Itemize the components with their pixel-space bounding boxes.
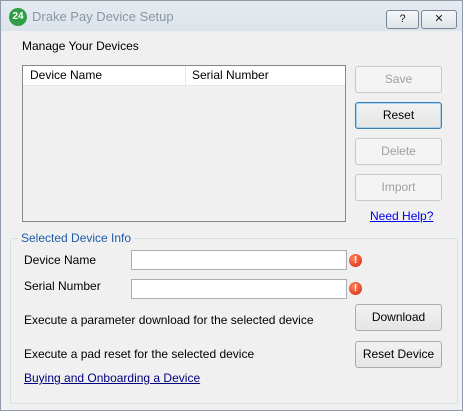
device-name-label: Device Name	[24, 253, 97, 267]
download-description: Execute a parameter download for the sel…	[24, 313, 314, 327]
close-button[interactable]: ✕	[421, 10, 457, 29]
download-button[interactable]: Download	[355, 304, 442, 331]
devices-list[interactable]: Device Name Serial Number	[22, 65, 346, 222]
selected-device-info-title: Selected Device Info	[18, 231, 135, 245]
title-bar[interactable]: 24 Drake Pay Device Setup ? ✕	[1, 1, 462, 31]
app-logo-icon: 24	[9, 8, 27, 26]
device-setup-window: 24 Drake Pay Device Setup ? ✕ Manage You…	[0, 0, 463, 411]
device-name-field[interactable]	[131, 250, 347, 270]
column-header-device-name[interactable]: Device Name	[23, 66, 186, 85]
column-header-serial-number[interactable]: Serial Number	[186, 66, 345, 85]
reset-button[interactable]: Reset	[355, 102, 442, 129]
list-header: Device Name Serial Number	[23, 66, 345, 86]
serial-number-field[interactable]	[131, 279, 347, 299]
buying-onboarding-link[interactable]: Buying and Onboarding a Device	[24, 371, 200, 385]
close-icon: ✕	[434, 13, 444, 25]
delete-button[interactable]: Delete	[355, 138, 442, 165]
serial-number-label: Serial Number	[24, 279, 101, 293]
serial-number-error-icon: !	[349, 282, 362, 295]
help-button[interactable]: ?	[386, 10, 419, 29]
manage-devices-label: Manage Your Devices	[22, 39, 139, 53]
need-help-link[interactable]: Need Help?	[370, 209, 433, 223]
save-button[interactable]: Save	[355, 66, 442, 93]
import-button[interactable]: Import	[355, 174, 442, 201]
reset-device-button[interactable]: Reset Device	[355, 341, 442, 368]
window-title: Drake Pay Device Setup	[32, 9, 174, 24]
reset-description: Execute a pad reset for the selected dev…	[24, 347, 255, 361]
device-name-error-icon: !	[349, 254, 362, 267]
